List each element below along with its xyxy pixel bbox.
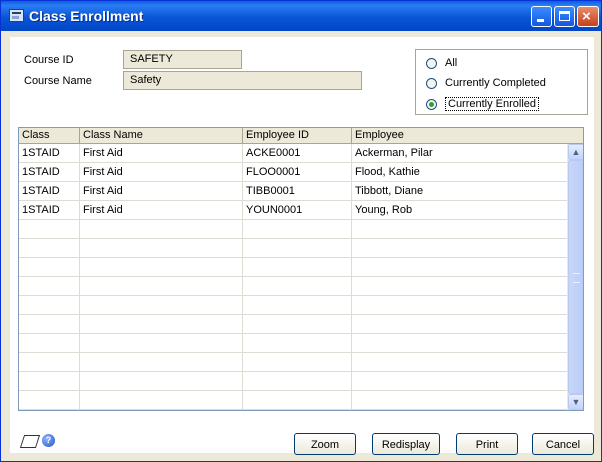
- help-icon[interactable]: ?: [42, 434, 55, 447]
- cell-employee: Ackerman, Pilar: [355, 147, 433, 159]
- empty-row[interactable]: [19, 277, 567, 296]
- column-header-employee-id[interactable]: Employee ID: [243, 128, 352, 144]
- radio-option-all[interactable]: All: [426, 57, 457, 69]
- course-name-field[interactable]: Safety: [123, 71, 362, 90]
- empty-row[interactable]: [19, 220, 567, 239]
- grip-icon: [573, 273, 580, 283]
- radio-all[interactable]: [426, 57, 437, 69]
- redisplay-button[interactable]: Redisplay: [372, 433, 440, 455]
- radio-currently-enrolled[interactable]: [426, 98, 437, 110]
- table-row[interactable]: 1STAID First Aid TIBB0001 Tibbott, Diane: [19, 182, 567, 201]
- minimize-button[interactable]: [531, 6, 552, 27]
- title-bar[interactable]: Class Enrollment ×: [1, 1, 601, 31]
- cell-employee-id: FLOO0001: [243, 163, 352, 181]
- column-header-class-name[interactable]: Class Name: [80, 128, 243, 144]
- cancel-button[interactable]: Cancel: [532, 433, 594, 455]
- empty-row[interactable]: [19, 334, 567, 353]
- window-title: Class Enrollment: [29, 8, 144, 24]
- cell-class-name: First Aid: [80, 144, 243, 162]
- table-row[interactable]: 1STAID First Aid YOUN0001 Young, Rob: [19, 201, 567, 220]
- cell-employee-id: TIBB0001: [243, 182, 352, 200]
- table-row[interactable]: 1STAID First Aid FLOO0001 Flood, Kathie: [19, 163, 567, 182]
- cell-class: 1STAID: [19, 182, 80, 200]
- empty-row[interactable]: [19, 372, 567, 391]
- cell-employee-id: ACKE0001: [243, 144, 352, 162]
- radio-currently-completed[interactable]: [426, 77, 437, 89]
- cell-class-name: First Aid: [80, 182, 243, 200]
- cell-class-name: First Aid: [80, 163, 243, 181]
- empty-row[interactable]: [19, 296, 567, 315]
- close-icon: ×: [582, 8, 591, 25]
- empty-row[interactable]: [19, 315, 567, 334]
- window-app-icon: [9, 9, 24, 22]
- scroll-up-button[interactable]: ▲: [568, 144, 583, 160]
- cell-employee-id: YOUN0001: [243, 201, 352, 219]
- note-icon[interactable]: [19, 435, 41, 448]
- course-name-label: Course Name: [24, 75, 92, 87]
- empty-row[interactable]: [19, 391, 567, 410]
- enrollment-filter-group: All Currently Completed Currently Enroll…: [415, 49, 588, 115]
- cell-employee: Tibbott, Diane: [355, 185, 424, 197]
- class-enrollment-window: Class Enrollment × Course ID SAFETY Cour…: [0, 0, 602, 462]
- cell-employee: Young, Rob: [355, 204, 413, 216]
- table-row[interactable]: 1STAID First Aid ACKE0001 Ackerman, Pilar: [19, 144, 567, 163]
- maximize-button[interactable]: [554, 6, 575, 27]
- scroll-thumb[interactable]: [568, 160, 583, 394]
- column-header-class[interactable]: Class: [19, 128, 80, 144]
- radio-option-enrolled[interactable]: Currently Enrolled: [426, 97, 540, 111]
- radio-enrolled-label: Currently Enrolled: [445, 97, 540, 111]
- close-button[interactable]: ×: [577, 6, 599, 27]
- vertical-scrollbar[interactable]: ▲ ▼: [567, 144, 583, 410]
- column-header-employee[interactable]: Employee: [352, 128, 583, 144]
- cell-class: 1STAID: [19, 163, 80, 181]
- cell-class-name: First Aid: [80, 201, 243, 219]
- radio-completed-label: Currently Completed: [445, 77, 546, 89]
- print-button[interactable]: Print: [456, 433, 518, 455]
- radio-all-label: All: [445, 57, 458, 69]
- cell-employee: Flood, Kathie: [355, 166, 420, 178]
- cell-class: 1STAID: [19, 144, 80, 162]
- scroll-down-button[interactable]: ▼: [568, 394, 583, 410]
- enrollment-table: Class Class Name Employee ID Employee 1S…: [18, 127, 584, 411]
- empty-row[interactable]: [19, 239, 567, 258]
- table-body: 1STAID First Aid ACKE0001 Ackerman, Pilar 1…: [19, 144, 567, 410]
- chevron-down-icon: ▼: [571, 397, 581, 407]
- course-id-label: Course ID: [24, 54, 74, 66]
- zoom-button[interactable]: Zoom: [294, 433, 356, 455]
- course-id-field[interactable]: SAFETY: [123, 50, 242, 69]
- table-header: Class Class Name Employee ID Employee: [19, 128, 583, 144]
- form-content: Course ID SAFETY Course Name Safety All …: [10, 37, 594, 455]
- empty-row[interactable]: [19, 353, 567, 372]
- radio-option-completed[interactable]: Currently Completed: [426, 77, 546, 89]
- cell-class: 1STAID: [19, 201, 80, 219]
- empty-row[interactable]: [19, 258, 567, 277]
- chevron-up-icon: ▲: [571, 147, 581, 157]
